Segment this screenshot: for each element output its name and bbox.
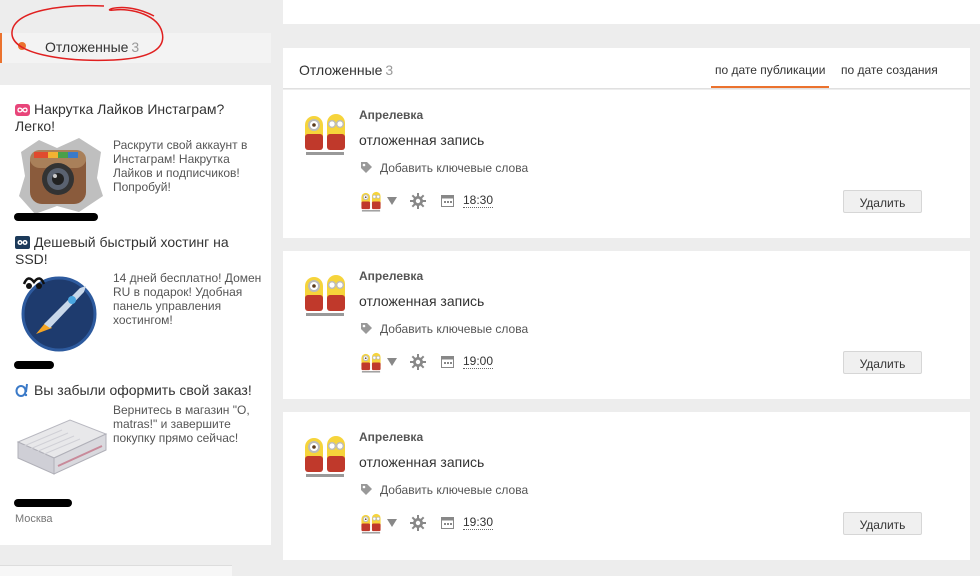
post-time[interactable]: 19:30 (463, 516, 494, 530)
add-tags-link[interactable]: Добавить ключевые слова (380, 483, 528, 497)
group-avatar[interactable] (302, 432, 348, 478)
delete-button[interactable]: Удалить (843, 190, 922, 213)
omatras-logo-icon (15, 383, 28, 397)
calendar-icon[interactable] (441, 516, 454, 529)
post-author[interactable]: Апрелевка (359, 269, 423, 283)
delete-button[interactable]: Удалить (843, 512, 922, 535)
rocket-logo-icon[interactable] (14, 272, 104, 354)
author-avatar-small[interactable] (359, 512, 383, 534)
add-tags-link[interactable]: Добавить ключевые слова (380, 322, 528, 336)
bottom-strip (0, 565, 232, 576)
mattress-image[interactable] (14, 408, 108, 478)
post-time[interactable]: 19:00 (463, 355, 494, 369)
red-annotation-circle (11, 4, 164, 62)
nav-active-indicator (0, 33, 2, 63)
post-author[interactable]: Апрелевка (359, 108, 423, 122)
group-avatar[interactable] (302, 271, 348, 317)
add-tags-link[interactable]: Добавить ключевые слова (380, 161, 528, 175)
redacted-scribble (14, 213, 98, 221)
instagram-logo-icon[interactable] (17, 138, 103, 214)
ad-title-2[interactable]: Дешевый быстрый хостинг на SSD! (15, 234, 260, 268)
author-avatar-small[interactable] (359, 351, 383, 373)
caret-down-icon[interactable] (387, 358, 397, 366)
group-avatar[interactable] (302, 110, 348, 156)
hosting-logo-icon (15, 236, 30, 249)
post-text[interactable]: отложенная запись (359, 293, 484, 309)
sort-by-creation-tab[interactable]: по дате создания (841, 63, 938, 77)
gear-icon[interactable] (410, 193, 426, 209)
redacted-scribble (14, 499, 72, 507)
post-text[interactable]: отложенная запись (359, 454, 484, 470)
tag-icon (361, 484, 372, 495)
ad-text-2[interactable]: 14 дней бесплатно! Домен RU в подарок! У… (113, 271, 263, 327)
caret-down-icon[interactable] (387, 197, 397, 205)
post-time[interactable]: 18:30 (463, 194, 494, 208)
infinity-icon (15, 104, 30, 116)
delete-button[interactable]: Удалить (843, 351, 922, 374)
calendar-icon[interactable] (441, 194, 454, 207)
ad-text-1[interactable]: Раскрути свой аккаунт в Инстаграм! Накру… (113, 138, 263, 194)
post-author[interactable]: Апрелевка (359, 430, 423, 444)
redacted-scribble (14, 361, 54, 369)
tag-icon (361, 162, 372, 173)
feed-title: Отложенные 3 (299, 62, 394, 78)
gear-icon[interactable] (410, 515, 426, 531)
ad-text-3[interactable]: Вернитесь в магазин "O, matras!" и завер… (113, 403, 263, 445)
sort-by-publication-tab[interactable]: по дате публикации (715, 63, 825, 77)
feed-top-strip (283, 0, 980, 24)
caret-down-icon[interactable] (387, 519, 397, 527)
ad-title-3[interactable]: Вы забыли оформить свой заказ! (15, 382, 265, 399)
gear-icon[interactable] (410, 354, 426, 370)
ad-city: Москва (15, 513, 53, 525)
active-tab-underline (711, 86, 829, 88)
calendar-icon[interactable] (441, 355, 454, 368)
ad-title-1[interactable]: Накрутка Лайков Инстаграм? Легко! (15, 101, 260, 135)
feed-count: 3 (385, 62, 394, 78)
author-avatar-small[interactable] (359, 190, 383, 212)
tag-icon (361, 323, 372, 334)
post-text[interactable]: отложенная запись (359, 132, 484, 148)
